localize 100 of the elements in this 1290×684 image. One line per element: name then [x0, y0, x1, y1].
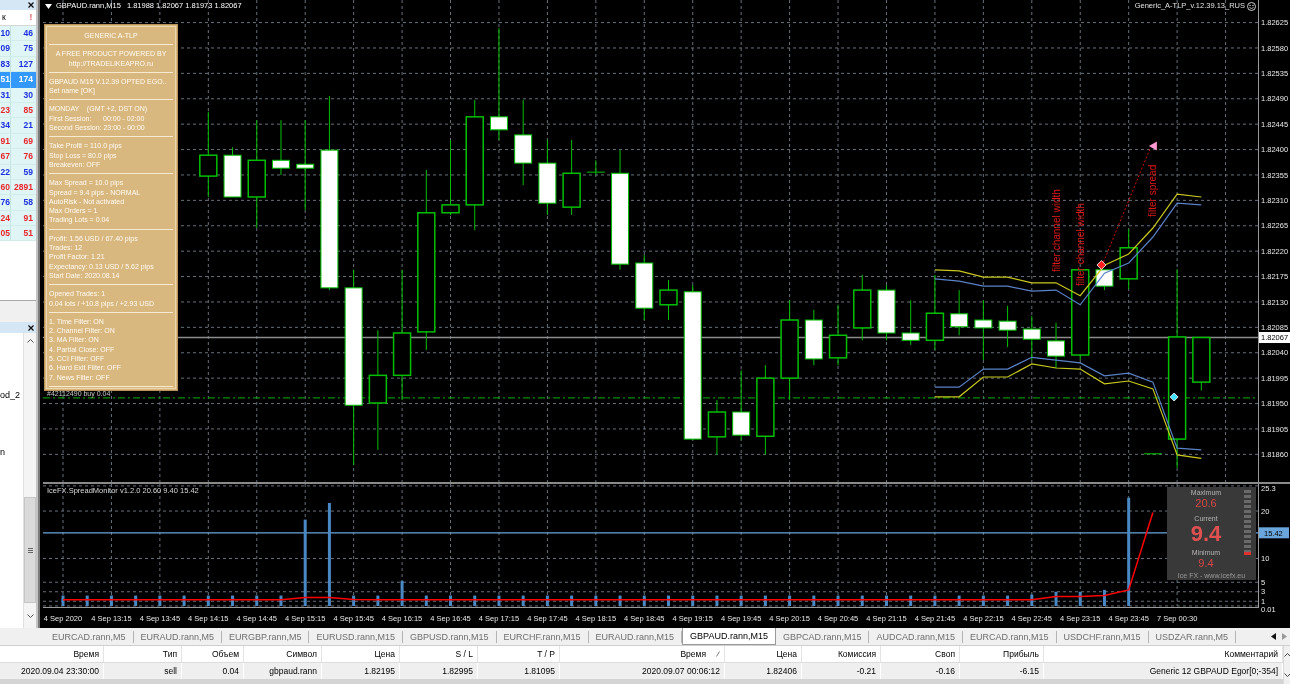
spread-bar: [1054, 591, 1058, 606]
chart-tab[interactable]: EURCHF.rann,M15: [496, 630, 589, 643]
column-header[interactable]: Время: [560, 646, 725, 662]
spread-bar: [61, 595, 65, 606]
spread-bar: [933, 595, 937, 606]
quote-cell: 58: [10, 195, 36, 210]
column-header[interactable]: !: [10, 10, 36, 25]
spread-bar: [231, 595, 235, 606]
chart-tab[interactable]: GBPAUD.rann,M15: [682, 628, 776, 645]
spread-bar: [182, 595, 186, 606]
chart-tab[interactable]: USDZAR.rann,M5: [1148, 630, 1237, 643]
scrollbar[interactable]: [1283, 646, 1290, 684]
quote-cell: 91: [10, 210, 36, 226]
scroll-thumb[interactable]: [24, 497, 36, 603]
chart-tab[interactable]: GBPUSD.rann,M15: [402, 630, 497, 643]
spread-bar: [545, 595, 549, 606]
spread-bar: [279, 595, 283, 606]
tree-item[interactable]: od_2: [0, 390, 23, 401]
quote-cell-text: 09: [0, 42, 10, 56]
spread-bar: [1102, 589, 1106, 606]
spread-bar: [521, 595, 525, 606]
spread-bar: [473, 595, 477, 606]
column-header[interactable]: Прибыль: [960, 646, 1044, 662]
column-header[interactable]: Своп: [881, 646, 960, 662]
column-header[interactable]: Тип: [104, 646, 182, 662]
spread-bar: [788, 595, 792, 606]
spread-bar: [909, 595, 913, 606]
quote-cell: 76: [10, 149, 36, 164]
column-header[interactable]: S / L: [400, 646, 478, 662]
column-header[interactable]: Объем: [182, 646, 244, 662]
quote-row[interactable]: 09 75: [0, 41, 36, 57]
grip-icon: [27, 547, 33, 553]
quote-cell: 30: [10, 87, 36, 102]
quote-row[interactable]: 34 21: [0, 118, 36, 134]
quote-cell: 46: [10, 26, 36, 41]
chevron-up-icon[interactable]: [1283, 653, 1290, 657]
spread-bar: [667, 595, 670, 606]
column-header[interactable]: Комиссия: [802, 646, 881, 662]
quote-cell-text: 51: [0, 73, 10, 87]
column-header[interactable]: к: [0, 10, 10, 25]
spread-bar: [1078, 591, 1082, 606]
spread-bar: [85, 595, 89, 606]
quote-cell-text: 83: [0, 57, 10, 71]
spread-bar: [158, 595, 162, 606]
spread-bar: [836, 595, 840, 606]
quote-cell-text: 24: [0, 211, 10, 225]
column-header[interactable]: Цена: [322, 646, 400, 662]
spread-bar: [981, 595, 985, 606]
chart-tab[interactable]: EURAUD.rann,M5: [133, 630, 223, 643]
quote-cell-text: 23: [0, 103, 10, 117]
chevron-up-icon[interactable]: [26, 339, 34, 343]
quote-cell-text: 34: [0, 119, 10, 133]
chart-tab[interactable]: USDCHF.rann,M15: [1056, 630, 1149, 643]
chart-tab[interactable]: EURUSD.rann,M15: [309, 630, 403, 643]
scrollbar[interactable]: [23, 333, 36, 628]
caret-down-icon[interactable]: [45, 3, 52, 9]
spread-bar: [570, 595, 574, 606]
quote-cell-text: 67: [0, 150, 10, 164]
tree-item[interactable]: n: [0, 447, 23, 458]
quote-cell-text: 22: [0, 165, 10, 179]
spread-bar: [376, 595, 380, 606]
chevron-down-icon[interactable]: [1283, 673, 1290, 677]
spread-bar: [206, 595, 210, 606]
column-header[interactable]: Время: [0, 646, 104, 662]
quote-row[interactable]: 05 51: [0, 226, 36, 242]
column-header[interactable]: T / P: [478, 646, 560, 662]
quote-cell: 127: [10, 56, 36, 72]
spread-bar: [739, 595, 743, 606]
quote-cell-text: 91: [0, 134, 10, 148]
quote-cell: 2891: [10, 179, 36, 195]
chart-tab[interactable]: AUDCAD.rann,M15: [869, 630, 963, 643]
chart-tab[interactable]: EURGBP.rann,M5: [222, 630, 310, 643]
smiley-icon: [1247, 1, 1256, 11]
spread-bar: [715, 595, 719, 606]
close-icon[interactable]: [28, 2, 34, 8]
chart-tab[interactable]: GBPCAD.rann,M15: [775, 630, 870, 643]
scroll-left-icon[interactable]: [1271, 633, 1276, 640]
quote-row[interactable]: 67 76: [0, 149, 36, 165]
panel-footer: [0, 300, 36, 322]
chevron-down-icon[interactable]: [26, 613, 34, 618]
quote-cell: 174: [10, 72, 36, 88]
chart-tab[interactable]: EURCAD.rann,M5: [45, 630, 134, 643]
quote-cell: 85: [10, 102, 36, 118]
spread-bar: [352, 595, 356, 606]
spread-bar: [618, 595, 622, 606]
chart-tab[interactable]: EURCAD.rann,M15: [963, 630, 1057, 643]
spread-bar: [860, 595, 864, 606]
column-header[interactable]: Цена: [725, 646, 802, 662]
quote-cell: 75: [10, 41, 36, 56]
spread-bar: [763, 595, 767, 606]
spread-bar: [424, 595, 428, 606]
quote-cell-text: 60: [0, 180, 10, 194]
quote-cell: 59: [10, 164, 36, 179]
quote-row[interactable]: 76 58: [0, 195, 36, 211]
close-icon[interactable]: [28, 324, 34, 331]
quote-cell-text: 05: [0, 227, 10, 241]
spread-bar: [255, 595, 259, 606]
quote-row[interactable]: 10 46: [0, 26, 36, 42]
column-header[interactable]: Символ: [244, 646, 322, 662]
stat-value: 20.6: [1195, 497, 1217, 509]
